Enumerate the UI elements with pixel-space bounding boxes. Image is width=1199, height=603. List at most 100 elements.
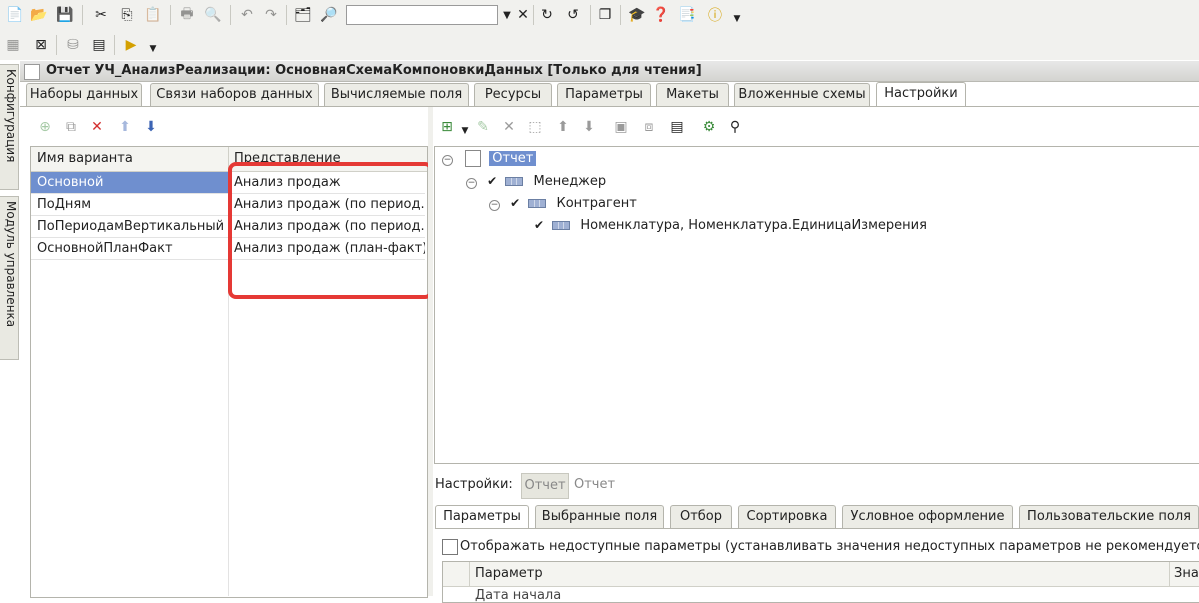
- collapse-icon[interactable]: −: [489, 200, 500, 211]
- run-icon[interactable]: ▶: [122, 36, 140, 54]
- variant-name-cell[interactable]: ОсновнойПланФакт: [31, 238, 228, 260]
- save-icon[interactable]: 💾: [56, 6, 74, 24]
- tab-dataset-links[interactable]: Связи наборов данных: [150, 83, 319, 106]
- add-variant-icon[interactable]: ⊕: [36, 118, 54, 136]
- delete-icon[interactable]: ✕: [500, 118, 518, 136]
- side-tab-configuration[interactable]: Конфигурация: [0, 64, 19, 190]
- paste-icon[interactable]: 📋: [144, 6, 162, 24]
- info-icon[interactable]: ⓘ: [706, 6, 724, 24]
- tab-calculated-fields[interactable]: Вычисляемые поля: [324, 83, 469, 106]
- print-icon[interactable]: 🖶: [178, 6, 196, 24]
- tab-settings[interactable]: Настройки: [876, 82, 966, 107]
- report-node-icon: [465, 150, 482, 167]
- windows-icon[interactable]: ❐: [596, 6, 614, 24]
- calculator-icon[interactable]: ▦: [4, 36, 22, 54]
- copy-icon[interactable]: ⎘: [118, 6, 136, 24]
- tree-node-label[interactable]: Менеджер: [533, 174, 606, 189]
- search-icon[interactable]: 🔎: [320, 6, 338, 24]
- tree-node-counterparty[interactable]: − ✔ Контрагент: [489, 194, 637, 213]
- search-field[interactable]: [346, 5, 498, 25]
- tree-node-manager[interactable]: − ✔ Менеджер: [466, 172, 606, 191]
- tab-user-fields[interactable]: Пользовательские поля: [1019, 505, 1199, 528]
- tab-parameters-settings[interactable]: Параметры: [435, 505, 529, 528]
- show-unavailable-label: Отображать недоступные параметры (устана…: [460, 539, 1199, 554]
- tree-node-report[interactable]: − Отчет: [442, 150, 537, 168]
- cut-structure-icon[interactable]: ⬚: [526, 118, 544, 136]
- redo-icon[interactable]: ↷: [262, 6, 280, 24]
- tabs-underline: [20, 106, 1199, 107]
- variant-name-cell[interactable]: ПоПериодамВертикальный: [31, 216, 228, 238]
- collapse-icon[interactable]: −: [442, 155, 453, 166]
- print-preview-icon[interactable]: 🔍: [204, 6, 222, 24]
- new-document-icon[interactable]: 📄: [6, 6, 24, 24]
- tab-resources[interactable]: Ресурсы: [474, 83, 552, 106]
- tree-node-label[interactable]: Отчет: [489, 151, 537, 166]
- tree-node-nomenclature[interactable]: ✔ Номенклатура, Номенклатура.ЕдиницаИзме…: [534, 216, 927, 235]
- structure-up-icon[interactable]: ⬆: [554, 118, 572, 136]
- undo-icon[interactable]: ↶: [238, 6, 256, 24]
- move-down-icon[interactable]: ⬇: [142, 118, 160, 136]
- main-toolbar: 📄 📂 💾 ✂ ⎘ 📋 🖶 🔍 ↶ ↷ 🗂 🔎 ▼ ✕ ↻ ↺ ❐ 🎓 ❓ 📑 …: [0, 0, 1199, 30]
- grouping-icon: [505, 177, 524, 186]
- find-next-icon[interactable]: ↻: [538, 6, 556, 24]
- tab-nested-schemas[interactable]: Вложенные схемы: [734, 83, 870, 106]
- wizard-icon[interactable]: 🎓: [628, 6, 646, 24]
- tab-filter[interactable]: Отбор: [670, 505, 732, 528]
- edit-icon[interactable]: ✎: [474, 118, 492, 136]
- database-icon[interactable]: ⛁: [64, 36, 82, 54]
- find-previous-icon[interactable]: ↺: [564, 6, 582, 24]
- help-search-icon[interactable]: ❓: [652, 6, 670, 24]
- variant-name-cell[interactable]: ПоДням: [31, 194, 228, 216]
- side-tab-configuration-label: Конфигурация: [4, 69, 18, 163]
- secondary-toolbar: ▦ ⊠ ⛁ ▤ ▶ ▼: [0, 30, 1199, 60]
- column-header-value[interactable]: Зна: [1174, 566, 1199, 581]
- find-settings-icon[interactable]: ⚲: [726, 118, 744, 136]
- copy-variant-icon[interactable]: ⧉: [62, 118, 80, 136]
- settings-icon[interactable]: ▤: [668, 118, 686, 136]
- tab-datasets[interactable]: Наборы данных: [26, 83, 142, 106]
- checkbox-checked-icon[interactable]: ✔: [487, 174, 497, 188]
- tab-layouts[interactable]: Макеты: [656, 83, 729, 106]
- show-unavailable-checkbox[interactable]: [442, 539, 458, 555]
- find-in-folder-icon[interactable]: 🗂: [294, 6, 312, 24]
- toolbar-separator: [590, 5, 591, 25]
- tree-node-label[interactable]: Контрагент: [556, 196, 636, 211]
- structure-down-icon[interactable]: ⬇: [580, 118, 598, 136]
- checkbox-checked-icon[interactable]: ✔: [510, 196, 520, 210]
- tab-conditional-formatting[interactable]: Условное оформление: [842, 505, 1013, 528]
- side-tab-module[interactable]: Модуль управленка: [0, 196, 19, 360]
- toolbar-separator: [533, 5, 534, 25]
- clear-search-icon[interactable]: ✕: [514, 6, 532, 24]
- info-dropdown-icon[interactable]: ▼: [728, 10, 746, 28]
- collapse-icon[interactable]: −: [466, 178, 477, 189]
- settings-report-button[interactable]: Отчет: [521, 473, 569, 499]
- syntax-helper-icon[interactable]: 📑: [678, 6, 696, 24]
- add-dropdown-icon[interactable]: ▼: [456, 122, 474, 140]
- column-header-parameter[interactable]: Параметр: [475, 566, 543, 581]
- run-dropdown-icon[interactable]: ▼: [144, 40, 162, 58]
- tab-selected-fields[interactable]: Выбранные поля: [535, 505, 664, 528]
- move-up-icon[interactable]: ⬆: [116, 118, 134, 136]
- parameters-header: Параметр Зна: [443, 562, 1199, 587]
- compare-icon[interactable]: ⊠: [32, 36, 50, 54]
- toolbar-separator: [114, 35, 115, 55]
- open-folder-icon[interactable]: 📂: [30, 6, 48, 24]
- tab-parameters[interactable]: Параметры: [557, 83, 651, 106]
- table-icon[interactable]: ▤: [90, 36, 108, 54]
- tree-node-label[interactable]: Номенклатура, Номенклатура.ЕдиницаИзмере…: [580, 218, 927, 233]
- checkbox-checked-icon[interactable]: ✔: [534, 218, 544, 232]
- window-title-bar: Отчет УЧ_АнализРеализации: ОсновнаяСхема…: [20, 61, 1199, 82]
- delete-variant-icon[interactable]: ✕: [88, 118, 106, 136]
- ungroup-icon[interactable]: ⧈: [640, 118, 658, 136]
- panel-splitter[interactable]: [428, 107, 433, 596]
- search-input[interactable]: [347, 6, 497, 22]
- toolbar-separator: [286, 5, 287, 25]
- tab-sorting[interactable]: Сортировка: [738, 505, 836, 528]
- column-divider: [469, 562, 470, 586]
- column-header-variant-name[interactable]: Имя варианта: [37, 151, 133, 166]
- group-icon[interactable]: ▣: [612, 118, 630, 136]
- cut-icon[interactable]: ✂: [92, 6, 110, 24]
- variant-name-cell[interactable]: Основной: [31, 172, 228, 194]
- add-settings-icon[interactable]: ⚙: [700, 118, 718, 136]
- add-grouping-icon[interactable]: ⊞: [438, 118, 456, 136]
